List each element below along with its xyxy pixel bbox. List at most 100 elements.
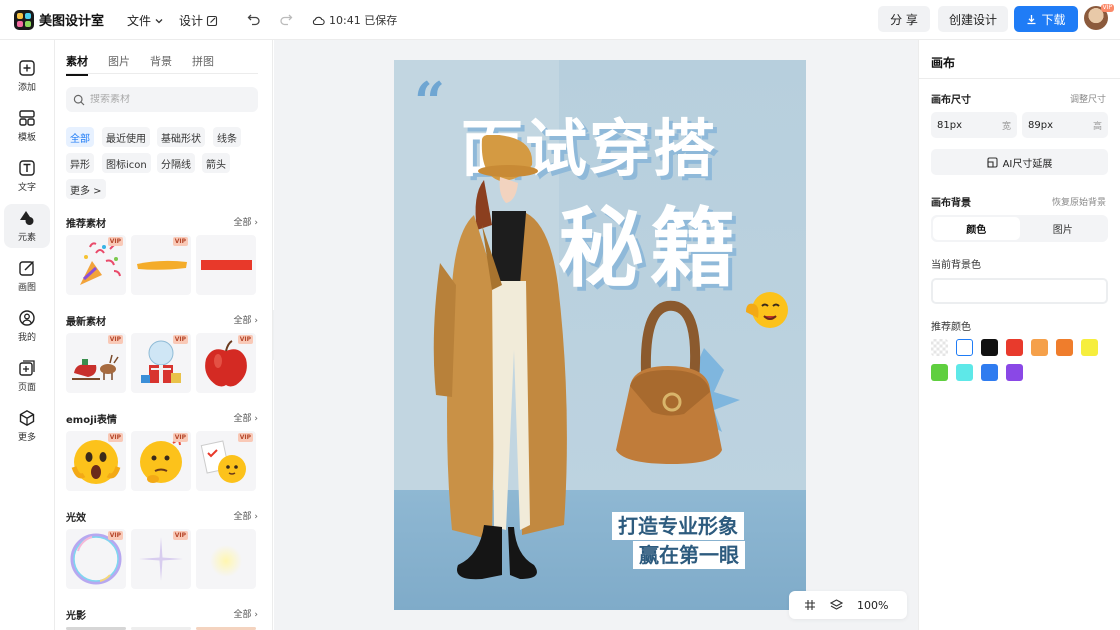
color-swatch[interactable] (956, 364, 973, 381)
vip-badge: VIP (237, 335, 253, 344)
design-menu[interactable]: 设计 (179, 12, 218, 29)
rail-label: 更多 (17, 433, 36, 443)
grid-icon[interactable] (804, 599, 816, 611)
rail-item-add[interactable]: 添加 (4, 54, 50, 98)
zoom-level[interactable]: 100% (857, 599, 888, 612)
see-all-label: 全部 (233, 414, 252, 424)
material-search[interactable] (66, 87, 258, 112)
material-thumb[interactable]: VIP (66, 235, 126, 295)
rail-item-more[interactable]: 更多 (4, 404, 50, 448)
file-menu[interactable]: 文件 (127, 12, 164, 29)
canvas-workspace[interactable]: “ 面试穿搭 秘籍 打造专业形象 赢在第一眼 100% (274, 40, 918, 630)
width-field[interactable]: 81px 宽 (931, 112, 1017, 138)
adjust-size-link[interactable]: 调整尺寸 (1070, 92, 1106, 105)
material-thumb[interactable]: VIP (66, 431, 126, 491)
user-icon (19, 310, 35, 326)
material-thumb[interactable]: VIP (66, 333, 126, 393)
rail-label: 模板 (17, 133, 36, 143)
material-thumb[interactable]: VIP (131, 431, 191, 491)
chevron-down-icon (155, 18, 163, 23)
create-design-label: 创建设计 (948, 12, 997, 27)
subline-2[interactable]: 赢在第一眼 (633, 541, 745, 569)
material-thumb[interactable]: VIP (131, 529, 191, 589)
search-input[interactable] (90, 94, 250, 105)
search-icon (73, 94, 85, 105)
logo-icon (14, 9, 34, 30)
properties-title: 画布 (931, 56, 956, 70)
avatar-vip-badge: VIP (1100, 4, 1114, 12)
user-avatar[interactable]: VIP (1084, 4, 1114, 30)
download-button[interactable]: 下载 (1014, 6, 1078, 32)
vip-badge: VIP (172, 531, 188, 540)
rail-item-draw[interactable]: 画图 (4, 254, 50, 298)
material-thumb[interactable]: VIP (66, 529, 126, 589)
section-see-all[interactable]: 全部 › (234, 607, 258, 620)
section-see-all[interactable]: 全部 › (234, 215, 258, 228)
edit-icon (206, 15, 218, 26)
section-see-all[interactable]: 全部 › (234, 411, 258, 424)
redo-icon (280, 14, 293, 26)
design-menu-label: 设计 (179, 14, 204, 28)
color-swatch[interactable] (956, 339, 973, 356)
color-swatch[interactable] (1006, 364, 1023, 381)
rail-label: 我的 (17, 333, 36, 343)
create-design-button[interactable]: 创建设计 (938, 6, 1008, 32)
material-thumb[interactable]: VIP (131, 235, 191, 295)
section-see-all[interactable]: 全部 › (234, 313, 258, 326)
quote-mark[interactable]: “ (414, 70, 445, 134)
material-thumb[interactable]: VIP (196, 333, 256, 393)
model-photo[interactable] (422, 135, 582, 585)
canvas-size-label: 画布尺寸 (931, 95, 971, 106)
tab-bg-color[interactable]: 颜色 (933, 217, 1020, 240)
color-swatch[interactable] (1056, 339, 1073, 356)
material-thumb[interactable] (196, 529, 256, 589)
color-swatch[interactable] (931, 364, 948, 381)
filter-irregular[interactable]: 异形 (66, 153, 94, 173)
filter-recent[interactable]: 最近使用 (102, 127, 150, 147)
section-see-all[interactable]: 全部 › (234, 509, 258, 522)
rail-item-text[interactable]: 文字 (4, 154, 50, 198)
save-status-text: 10:41 已保存 (329, 14, 398, 27)
material-thumb[interactable]: VIP (131, 333, 191, 393)
headline-line2[interactable]: 秘籍 (558, 178, 742, 303)
filter-all[interactable]: 全部 (66, 127, 94, 147)
color-swatch[interactable] (1031, 339, 1048, 356)
color-swatch[interactable] (931, 339, 948, 356)
text-icon (19, 160, 35, 176)
color-swatch[interactable] (1006, 339, 1023, 356)
rail-item-element[interactable]: 元素 (4, 204, 50, 248)
current-bg-color-field[interactable] (931, 278, 1108, 304)
rail-label: 元素 (17, 233, 36, 243)
ai-size-extend-button[interactable]: AI尺寸延展 (931, 149, 1108, 175)
download-label: 下载 (1041, 12, 1066, 27)
vip-badge: VIP (172, 335, 188, 344)
artboard[interactable]: “ 面试穿搭 秘籍 打造专业形象 赢在第一眼 (394, 60, 806, 610)
handbag-photo[interactable] (604, 300, 764, 470)
rail-item-template[interactable]: 模板 (4, 104, 50, 148)
rail-label: 画图 (17, 283, 36, 293)
restore-background-link[interactable]: 恢复原始背景 (1052, 195, 1106, 208)
color-swatch[interactable] (981, 364, 998, 381)
thumbs-up-emoji-sticker[interactable] (742, 288, 794, 332)
height-unit: 高 (1092, 121, 1102, 132)
undo-button[interactable] (246, 11, 262, 27)
filter-arrows[interactable]: 箭头 (202, 153, 230, 173)
color-swatch[interactable] (981, 339, 998, 356)
filter-lines[interactable]: 线条 (213, 127, 241, 147)
subline-1[interactable]: 打造专业形象 (612, 512, 744, 540)
filter-more[interactable]: 更多 > (66, 179, 106, 199)
filter-icons[interactable]: 图标icon (102, 153, 151, 173)
layers-icon[interactable] (830, 599, 843, 611)
redo-button[interactable] (278, 11, 294, 27)
tab-bg-image[interactable]: 图片 (1020, 217, 1107, 240)
share-button[interactable]: 分 享 (878, 6, 930, 32)
color-swatch[interactable] (1081, 339, 1098, 356)
height-field[interactable]: 89px 高 (1022, 112, 1108, 138)
filter-dividers[interactable]: 分隔线 (157, 153, 195, 173)
rail-item-page[interactable]: 页面 (4, 354, 50, 398)
material-thumb[interactable]: VIP (196, 431, 256, 491)
filter-basic-shapes[interactable]: 基础形状 (157, 127, 205, 147)
rail-item-mine[interactable]: 我的 (4, 304, 50, 348)
material-thumb[interactable] (196, 235, 256, 295)
app-logo[interactable]: 美图设计室 (14, 9, 104, 30)
